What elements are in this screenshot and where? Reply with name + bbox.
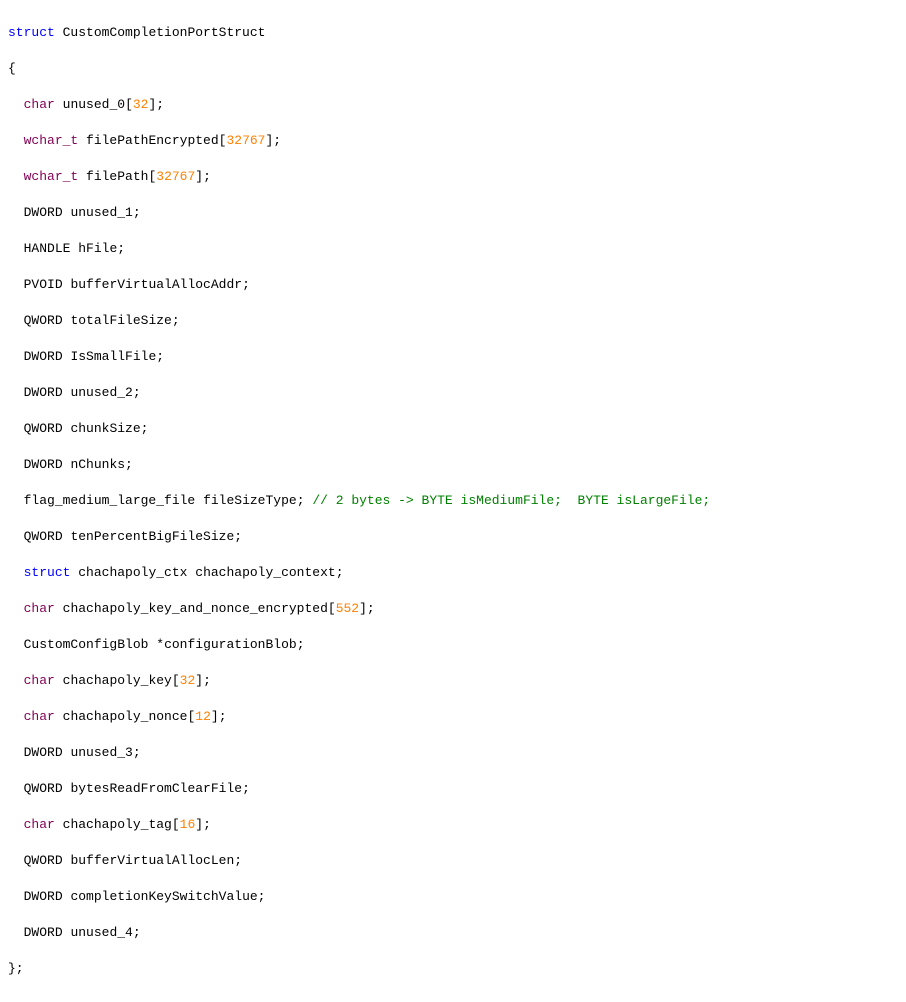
code-line-member-chachapoly_tag: char chachapoly_tag[16]; bbox=[8, 816, 898, 834]
code-line-member-unused_4: DWORD unused_4; bbox=[8, 924, 898, 942]
code-line-member-chachapoly_key: char chachapoly_key[32]; bbox=[8, 672, 898, 690]
code-line-member-filePath: wchar_t filePath[32767]; bbox=[8, 168, 898, 186]
code-line-member-IsSmallFile: DWORD IsSmallFile; bbox=[8, 348, 898, 366]
code-line-member-bufferVirtualAllocLen: QWORD bufferVirtualAllocLen; bbox=[8, 852, 898, 870]
code-line-member-unused_0: char unused_0[32]; bbox=[8, 96, 898, 114]
code-line-member-configurationBlob: CustomConfigBlob *configurationBlob; bbox=[8, 636, 898, 654]
struct-name: CustomCompletionPortStruct bbox=[63, 25, 266, 40]
code-line-member-nChunks: DWORD nChunks; bbox=[8, 456, 898, 474]
code-line-brace-close: }; bbox=[8, 960, 898, 978]
code-line-member-chachapoly_context: struct chachapoly_ctx chachapoly_context… bbox=[8, 564, 898, 582]
code-line-member-chachapoly_key_and_nonce_encrypted: char chachapoly_key_and_nonce_encrypted[… bbox=[8, 600, 898, 618]
code-line-brace-open: { bbox=[8, 60, 898, 78]
code-line-member-chunkSize: QWORD chunkSize; bbox=[8, 420, 898, 438]
code-line-member-bytesReadFromClearFile: QWORD bytesReadFromClearFile; bbox=[8, 780, 898, 798]
code-line-member-filePathEncrypted: wchar_t filePathEncrypted[32767]; bbox=[8, 132, 898, 150]
code-line-member-unused_3: DWORD unused_3; bbox=[8, 744, 898, 762]
code-line-member-tenPercentBigFileSize: QWORD tenPercentBigFileSize; bbox=[8, 528, 898, 546]
code-line-member-chachapoly_nonce: char chachapoly_nonce[12]; bbox=[8, 708, 898, 726]
code-line-member-unused_2: DWORD unused_2; bbox=[8, 384, 898, 402]
code-line-member-totalFileSize: QWORD totalFileSize; bbox=[8, 312, 898, 330]
code-line-member-bufferVirtualAllocAddr: PVOID bufferVirtualAllocAddr; bbox=[8, 276, 898, 294]
code-line-member-completionKeySwitchValue: DWORD completionKeySwitchValue; bbox=[8, 888, 898, 906]
code-line-member-fileSizeType: flag_medium_large_file fileSizeType; // … bbox=[8, 492, 898, 510]
comment: // 2 bytes -> BYTE isMediumFile; BYTE is… bbox=[312, 493, 710, 508]
code-line-member-hFile: HANDLE hFile; bbox=[8, 240, 898, 258]
code-line-member-unused_1: DWORD unused_1; bbox=[8, 204, 898, 222]
struct-definition-code: struct CustomCompletionPortStruct { char… bbox=[0, 0, 906, 1002]
keyword-struct: struct bbox=[8, 25, 55, 40]
code-line-struct-open: struct CustomCompletionPortStruct bbox=[8, 24, 898, 42]
